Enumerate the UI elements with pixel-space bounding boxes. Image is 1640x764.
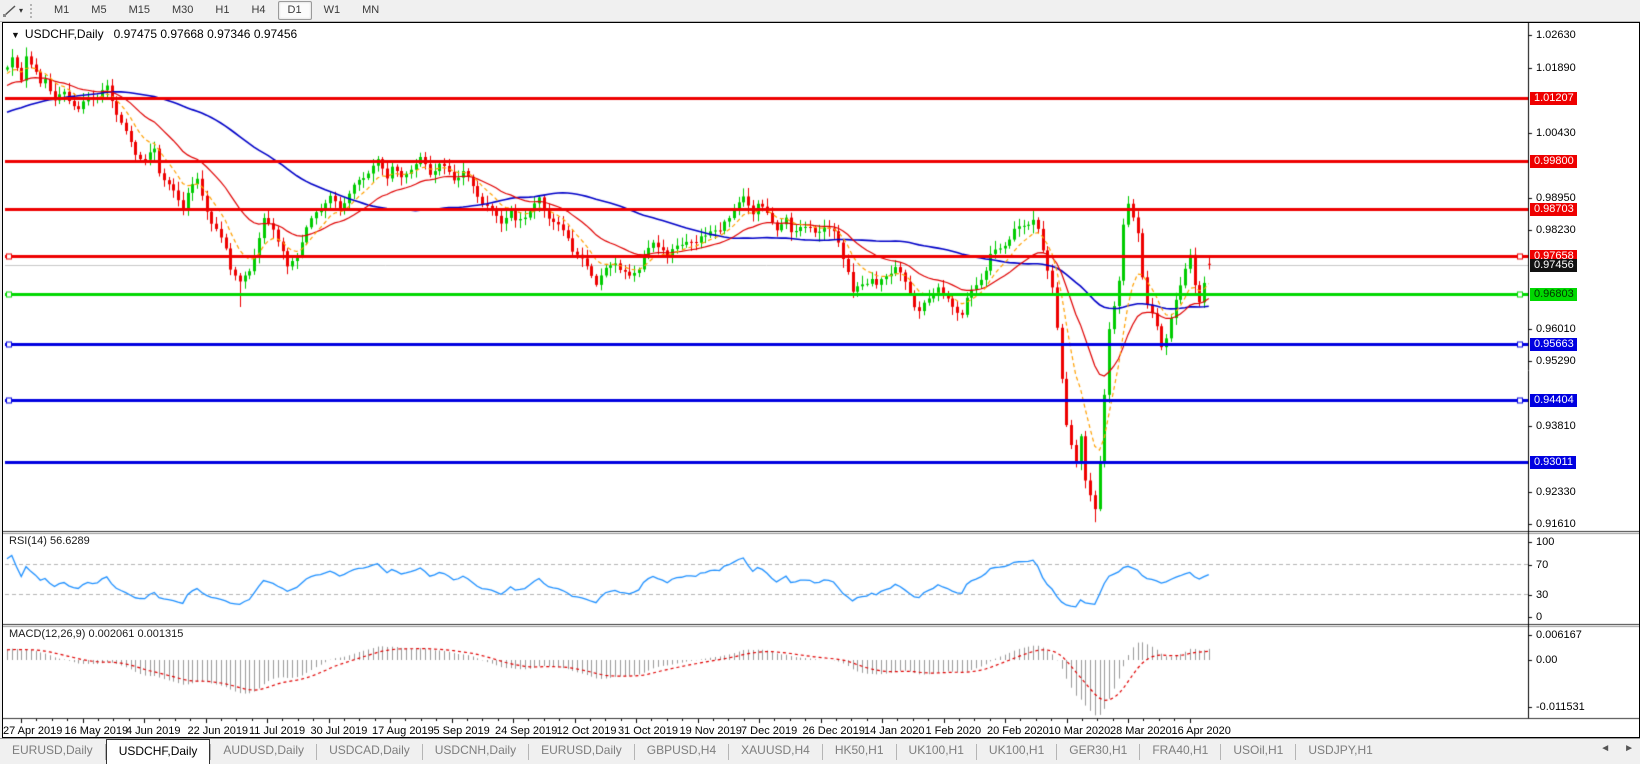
macd-name: MACD(12,26,9) bbox=[9, 628, 85, 640]
toolbar-grip bbox=[30, 4, 37, 18]
timeframe-button-mn[interactable]: MN bbox=[352, 1, 389, 20]
price-level-flag: 0.94404 bbox=[1530, 394, 1577, 407]
date-tick-label: 26 Dec 2019 bbox=[803, 725, 865, 737]
date-tick-label: 14 Jan 2020 bbox=[864, 725, 925, 737]
ohlc-open: 0.97475 bbox=[114, 27, 157, 41]
chart-title: ▼ USDCHF,Daily 0.97475 0.97668 0.97346 0.9… bbox=[11, 27, 297, 41]
date-tick-label: 10 Mar 2020 bbox=[1049, 725, 1111, 737]
date-tick-label: 16 May 2019 bbox=[65, 725, 129, 737]
rsi-tick-label: 100 bbox=[1536, 536, 1554, 549]
price-tick-label: 0.93810 bbox=[1536, 420, 1576, 433]
macd-indicator-label: MACD(12,26,9) 0.002061 0.001315 bbox=[9, 628, 183, 640]
price-tick-label: 0.96010 bbox=[1536, 323, 1576, 336]
price-tick-label: 0.92330 bbox=[1536, 486, 1576, 499]
timeframe-button-m5[interactable]: M5 bbox=[81, 1, 116, 20]
date-tick-label: 24 Sep 2019 bbox=[495, 725, 557, 737]
tab-usdchf-daily[interactable]: USDCHF,Daily bbox=[106, 739, 211, 764]
chart-collapse-icon[interactable]: ▼ bbox=[11, 30, 20, 40]
price-level-flag: 0.98703 bbox=[1530, 203, 1577, 216]
rsi-tick-label: 0 bbox=[1536, 611, 1542, 624]
date-tick-label: 12 Oct 2019 bbox=[557, 725, 617, 737]
rsi-tick-label: 70 bbox=[1536, 559, 1548, 572]
tab-ger30-h1[interactable]: GER30,H1 bbox=[1057, 739, 1139, 764]
macd-value-signal: 0.001315 bbox=[137, 628, 183, 640]
tab-scroll-left-icon[interactable]: ◄ bbox=[1600, 743, 1610, 754]
timeframe-button-m1[interactable]: M1 bbox=[44, 1, 79, 20]
tab-scroll-arrows: ◄ ► bbox=[1600, 743, 1634, 754]
rsi-value: 56.6289 bbox=[50, 535, 90, 547]
macd-value-main: 0.002061 bbox=[88, 628, 134, 640]
timeframe-button-m30[interactable]: M30 bbox=[162, 1, 203, 20]
date-tick-label: 4 Jun 2019 bbox=[126, 725, 180, 737]
trendline-tool-icon[interactable] bbox=[2, 4, 18, 18]
timeframe-buttons: M1M5M15M30H1H4D1W1MN bbox=[43, 1, 390, 20]
price-level-flag: 0.99800 bbox=[1530, 155, 1577, 168]
tab-gbpusd-h4[interactable]: GBPUSD,H4 bbox=[635, 739, 728, 764]
tab-usdcad-daily[interactable]: USDCAD,Daily bbox=[317, 739, 422, 764]
chart-window: ▼ USDCHF,Daily 0.97475 0.97668 0.97346 0.9… bbox=[2, 22, 1640, 738]
rsi-tick-label: 30 bbox=[1536, 589, 1548, 602]
date-tick-label: 19 Nov 2019 bbox=[680, 725, 742, 737]
chart-symbol: USDCHF,Daily bbox=[25, 27, 104, 41]
ohlc-close: 0.97456 bbox=[254, 27, 297, 41]
price-tick-label: 0.98230 bbox=[1536, 224, 1576, 237]
timeframe-button-w1[interactable]: W1 bbox=[314, 1, 351, 20]
price-tick-label: 0.91610 bbox=[1536, 518, 1576, 531]
price-level-flag: 1.01207 bbox=[1530, 92, 1577, 105]
tab-uk100-h1[interactable]: UK100,H1 bbox=[897, 739, 976, 764]
date-tick-label: 11 Jul 2019 bbox=[249, 725, 305, 737]
date-tick-label: 31 Oct 2019 bbox=[618, 725, 678, 737]
macd-tick-label: -0.011531 bbox=[1536, 701, 1585, 714]
symbol-tab-bar: EURUSD,DailyUSDCHF,DailyAUDUSD,DailyUSDC… bbox=[0, 738, 1640, 764]
tool-dropdown-icon[interactable]: ▾ bbox=[19, 6, 23, 15]
price-tick-label: 1.02630 bbox=[1536, 29, 1576, 42]
tab-usdjpy-h1[interactable]: USDJPY,H1 bbox=[1296, 739, 1384, 764]
date-tick-label: 27 Apr 2019 bbox=[3, 725, 62, 737]
tab-eurusd-daily[interactable]: EURUSD,Daily bbox=[529, 739, 634, 764]
tab-scroll-right-icon[interactable]: ► bbox=[1624, 743, 1634, 754]
date-tick-label: 17 Aug 2019 bbox=[372, 725, 434, 737]
tab-fra40-h1[interactable]: FRA40,H1 bbox=[1140, 739, 1220, 764]
tab-audusd-daily[interactable]: AUDUSD,Daily bbox=[211, 739, 316, 764]
current-price-flag: 0.97456 bbox=[1530, 259, 1577, 272]
rsi-indicator-label: RSI(14) 56.6289 bbox=[9, 535, 90, 547]
top-toolbar: ▾ M1M5M15M30H1H4D1W1MN bbox=[0, 0, 1640, 22]
price-tick-label: 1.00430 bbox=[1536, 127, 1576, 140]
tab-hk50-h1[interactable]: HK50,H1 bbox=[823, 739, 896, 764]
price-tick-label: 0.95290 bbox=[1536, 355, 1576, 368]
timeframe-button-m15[interactable]: M15 bbox=[119, 1, 160, 20]
date-tick-label: 28 Mar 2020 bbox=[1110, 725, 1172, 737]
timeframe-button-h1[interactable]: H1 bbox=[205, 1, 239, 20]
date-tick-label: 5 Sep 2019 bbox=[434, 725, 490, 737]
timeframe-button-d1[interactable]: D1 bbox=[278, 1, 312, 20]
date-tick-label: 30 Jul 2019 bbox=[311, 725, 368, 737]
date-tick-label: 16 Apr 2020 bbox=[1172, 725, 1231, 737]
date-tick-label: 7 Dec 2019 bbox=[741, 725, 797, 737]
price-level-flag: 0.93011 bbox=[1530, 456, 1576, 469]
tab-uk100-h1[interactable]: UK100,H1 bbox=[977, 739, 1056, 764]
price-tick-label: 1.01890 bbox=[1536, 62, 1576, 75]
ohlc-high: 0.97668 bbox=[160, 27, 203, 41]
price-level-flag: 0.95663 bbox=[1530, 338, 1577, 351]
ohlc-low: 0.97346 bbox=[207, 27, 250, 41]
tab-xauusd-h4[interactable]: XAUUSD,H4 bbox=[729, 739, 822, 764]
macd-tick-label: 0.006167 bbox=[1536, 629, 1582, 642]
rsi-name: RSI(14) bbox=[9, 535, 47, 547]
tab-eurusd-daily[interactable]: EURUSD,Daily bbox=[0, 739, 105, 764]
timeframe-button-h4[interactable]: H4 bbox=[241, 1, 275, 20]
tab-usdcnh-daily[interactable]: USDCNH,Daily bbox=[423, 739, 528, 764]
date-tick-label: 1 Feb 2020 bbox=[926, 725, 982, 737]
chart-canvas[interactable] bbox=[3, 23, 1639, 737]
date-tick-label: 22 Jun 2019 bbox=[188, 725, 249, 737]
price-level-flag: 0.96803 bbox=[1530, 288, 1577, 301]
tab-usoil-h1[interactable]: USOil,H1 bbox=[1221, 739, 1295, 764]
date-tick-label: 20 Feb 2020 bbox=[987, 725, 1049, 737]
macd-tick-label: 0.00 bbox=[1536, 654, 1557, 667]
